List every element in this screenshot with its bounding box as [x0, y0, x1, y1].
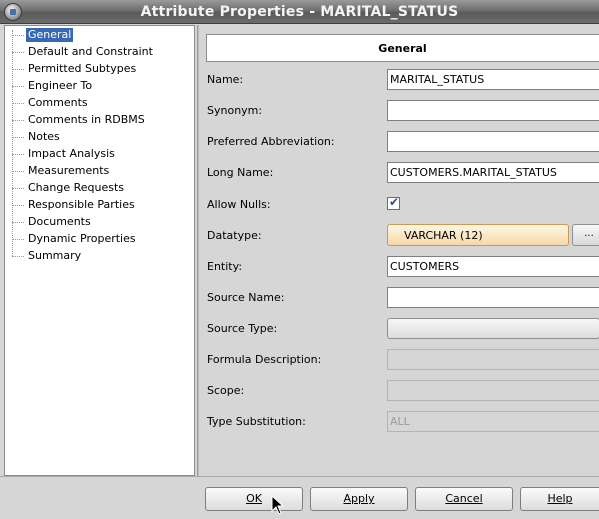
allow-nulls-checkbox[interactable]: ✔	[387, 195, 400, 210]
window-title: Attribute Properties - MARITAL_STATUS	[140, 4, 459, 20]
properties-form: General Name: MARITAL_STATUS Synonym: Pr…	[199, 25, 599, 476]
tree-item-impact-analysis[interactable]: Impact Analysis	[5, 146, 185, 163]
preferred-abbreviation-field[interactable]	[387, 131, 599, 152]
tree-item-change-requests[interactable]: Change Requests	[5, 180, 185, 197]
section-header: General	[206, 34, 599, 62]
tree-item-label: Comments	[28, 96, 88, 109]
help-button[interactable]: Help	[520, 487, 599, 511]
datatype-button[interactable]: VARCHAR (12)	[387, 224, 569, 246]
tree-item-dynamic-properties[interactable]: Dynamic Properties	[5, 231, 185, 248]
entity-field[interactable]: CUSTOMERS	[387, 256, 599, 277]
tree-item-responsible-parties[interactable]: Responsible Parties	[5, 197, 185, 214]
ok-button[interactable]: OK	[205, 487, 303, 511]
tree-item-label: Change Requests	[28, 181, 125, 194]
source-type-select[interactable]	[387, 318, 599, 339]
synonym-field[interactable]	[387, 100, 599, 121]
datatype-browse-button[interactable]: ...	[572, 224, 599, 246]
preferred-abbreviation-label: Preferred Abbreviation:	[207, 135, 335, 148]
long-name-label: Long Name:	[207, 166, 274, 179]
datatype-value: VARCHAR (12)	[404, 229, 483, 242]
tree-item-general[interactable]: General	[5, 27, 185, 44]
title-bar: Attribute Properties - MARITAL_STATUS	[0, 0, 599, 24]
tree-item-label: Dynamic Properties	[28, 232, 136, 245]
tree-item-label: Measurements	[28, 164, 110, 177]
tree-item-label: Comments in RDBMS	[28, 113, 145, 126]
source-name-field[interactable]	[387, 287, 599, 308]
scope-label: Scope:	[207, 384, 245, 397]
tree-item-label: Impact Analysis	[28, 147, 115, 160]
tree-item-comments[interactable]: Comments	[5, 95, 185, 112]
name-label: Name:	[207, 73, 244, 86]
long-name-value: CUSTOMERS.MARITAL_STATUS	[390, 166, 557, 179]
formula-description-label: Formula Description:	[207, 353, 322, 366]
source-type-label: Source Type:	[207, 322, 278, 335]
source-name-label: Source Name:	[207, 291, 285, 304]
synonym-label: Synonym:	[207, 104, 263, 117]
name-value: MARITAL_STATUS	[390, 73, 485, 86]
type-substitution-label: Type Substitution:	[207, 415, 306, 428]
help-label: Help	[547, 492, 573, 505]
long-name-field[interactable]: CUSTOMERS.MARITAL_STATUS	[387, 162, 599, 183]
ok-label: OK	[246, 492, 262, 505]
type-substitution-field: ALL	[387, 411, 599, 432]
tree-item-notes[interactable]: Notes	[5, 129, 185, 146]
tree-item-label: Responsible Parties	[28, 198, 135, 211]
navigation-tree: General Default and Constraint Permitted…	[4, 25, 195, 476]
tree-item-label: Default and Constraint	[28, 45, 153, 58]
tree-item-label: Documents	[28, 215, 91, 228]
entity-label: Entity:	[207, 260, 243, 273]
dialog-button-bar: OK Apply Cancel Help	[0, 476, 599, 519]
name-field[interactable]: MARITAL_STATUS	[387, 69, 599, 90]
tree-item-default-and-constraint[interactable]: Default and Constraint	[5, 44, 185, 61]
type-substitution-value: ALL	[390, 415, 410, 428]
scope-field	[387, 380, 599, 401]
tree-item-comments-in-rdbms[interactable]: Comments in RDBMS	[5, 112, 185, 129]
cancel-label: Cancel	[445, 492, 483, 505]
tree-item-label: Summary	[28, 249, 82, 262]
entity-value: CUSTOMERS	[390, 260, 460, 273]
tree-item-label: Permitted Subtypes	[28, 62, 137, 75]
apply-label: Apply	[343, 492, 375, 505]
tree-item-measurements[interactable]: Measurements	[5, 163, 185, 180]
allow-nulls-label: Allow Nulls:	[207, 198, 271, 211]
apply-button[interactable]: Apply	[310, 487, 408, 511]
formula-description-field	[387, 349, 599, 370]
checkmark-icon: ✔	[389, 195, 400, 209]
tree-item-documents[interactable]: Documents	[5, 214, 185, 231]
tree-item-engineer-to[interactable]: Engineer To	[5, 78, 185, 95]
tree-item-permitted-subtypes[interactable]: Permitted Subtypes	[5, 61, 185, 78]
datatype-label: Datatype:	[207, 229, 262, 242]
tree-item-label: Notes	[28, 130, 60, 143]
cancel-button[interactable]: Cancel	[415, 487, 513, 511]
tree-item-summary[interactable]: Summary	[5, 248, 185, 265]
tree-item-label: General	[26, 28, 74, 42]
section-title: General	[378, 42, 427, 55]
mouse-pointer-icon	[271, 495, 285, 515]
tree-item-label: Engineer To	[28, 79, 93, 92]
